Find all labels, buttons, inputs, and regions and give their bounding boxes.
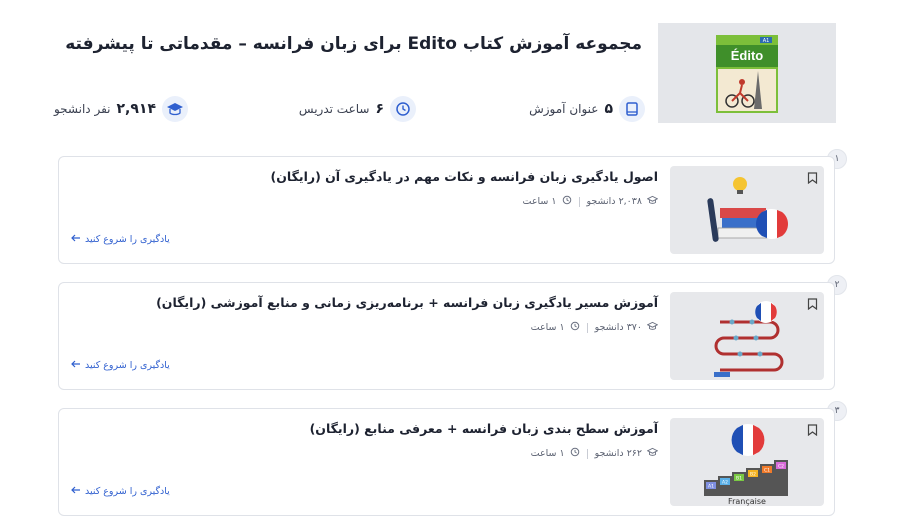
start-learning-link[interactable]: یادگیری را شروع کنید: [71, 486, 170, 497]
lesson-thumbnail: A1 A2 B1 B2 C1 C2 Française: [670, 418, 824, 506]
lesson-duration: ۱ ساعت: [530, 322, 565, 333]
lesson-students: ۳۷۰ دانشجو: [594, 322, 642, 333]
start-learning-link[interactable]: یادگیری را شروع کنید: [71, 234, 170, 245]
stat-students-value: ۲,۹۱۴: [116, 101, 157, 117]
clock-icon: [390, 96, 416, 122]
arrow-left-icon: [71, 486, 81, 497]
bookmark-icon[interactable]: [807, 424, 818, 436]
cover-illustration: Édito A1: [658, 23, 836, 123]
lesson-card-1[interactable]: اصول یادگیری زبان فرانسه و نکات مهم در ی…: [58, 156, 835, 264]
lesson-students: ۲۶۲ دانشجو: [594, 448, 642, 459]
graduation-cap-icon: [646, 447, 659, 460]
stat-students: ۲,۹۱۴ نفر دانشجو: [54, 96, 188, 122]
lesson-thumbnail: [670, 292, 824, 380]
meta-divider: [586, 322, 588, 333]
lesson-meta: ۲۶۲ دانشجو ۱ ساعت: [530, 447, 659, 460]
level-tag: A1: [708, 484, 714, 490]
lesson-duration: ۱ ساعت: [522, 196, 557, 207]
page-title: مجموعه آموزش کتاب Edito برای زبان فرانسه…: [65, 34, 642, 54]
level-tag: A2: [722, 480, 728, 486]
lesson-meta: ۳۷۰ دانشجو ۱ ساعت: [530, 321, 659, 334]
graduation-cap-icon: [646, 321, 659, 334]
clock-icon: [562, 195, 572, 208]
meta-divider: [586, 448, 588, 459]
stat-hours: ۶ ساعت تدریس: [299, 96, 416, 122]
bookmark-icon[interactable]: [807, 298, 818, 310]
clock-icon: [570, 447, 580, 460]
level-tag: B2: [750, 472, 756, 478]
stat-lessons-label: عنوان آموزش: [529, 102, 599, 116]
start-learning-label: یادگیری را شروع کنید: [85, 360, 170, 371]
stat-students-label: نفر دانشجو: [53, 102, 111, 116]
clock-icon: [570, 321, 580, 334]
svg-text:A1: A1: [763, 38, 770, 44]
lesson-card-3[interactable]: A1 A2 B1 B2 C1 C2 Française آموزش سطح بن…: [58, 408, 835, 516]
start-learning-link[interactable]: یادگیری را شروع کنید: [71, 360, 170, 371]
lesson-title[interactable]: اصول یادگیری زبان فرانسه و نکات مهم در ی…: [78, 169, 658, 184]
level-tag: B1: [736, 476, 742, 482]
stat-hours-label: ساعت تدریس: [298, 102, 370, 116]
lesson-duration: ۱ ساعت: [530, 448, 565, 459]
graduation-cap-icon: [646, 195, 659, 208]
thumb-caption: Française: [728, 497, 766, 506]
stat-hours-value: ۶: [375, 101, 384, 117]
level-tag: C1: [764, 468, 770, 474]
lesson-card-2[interactable]: آموزش مسیر یادگیری زبان فرانسه + برنامه‌…: [58, 282, 835, 390]
arrow-left-icon: [71, 234, 81, 245]
course-header: Édito A1 مجموعه آموزش کتاب Edito برای زب…: [0, 0, 902, 140]
arrow-left-icon: [71, 360, 81, 371]
lesson-title[interactable]: آموزش سطح بندی زبان فرانسه + معرفی منابع…: [78, 421, 658, 436]
start-learning-label: یادگیری را شروع کنید: [85, 486, 170, 497]
lesson-thumbnail: [670, 166, 824, 254]
graduation-cap-icon: [162, 96, 188, 122]
lesson-meta: ۲,۰۳۸ دانشجو ۱ ساعت: [522, 195, 659, 208]
lesson-students: ۲,۰۳۸ دانشجو: [586, 196, 643, 207]
stat-lessons-value: ۵: [604, 101, 613, 117]
course-cover: Édito A1: [658, 23, 836, 123]
level-tag: C2: [778, 464, 784, 470]
stat-lessons: ۵ عنوان آموزش: [529, 96, 645, 122]
meta-divider: [578, 196, 580, 207]
bookmark-icon[interactable]: [807, 172, 818, 184]
svg-text:Édito: Édito: [731, 48, 764, 63]
book-icon: [619, 96, 645, 122]
start-learning-label: یادگیری را شروع کنید: [85, 234, 170, 245]
lesson-title[interactable]: آموزش مسیر یادگیری زبان فرانسه + برنامه‌…: [78, 295, 658, 310]
